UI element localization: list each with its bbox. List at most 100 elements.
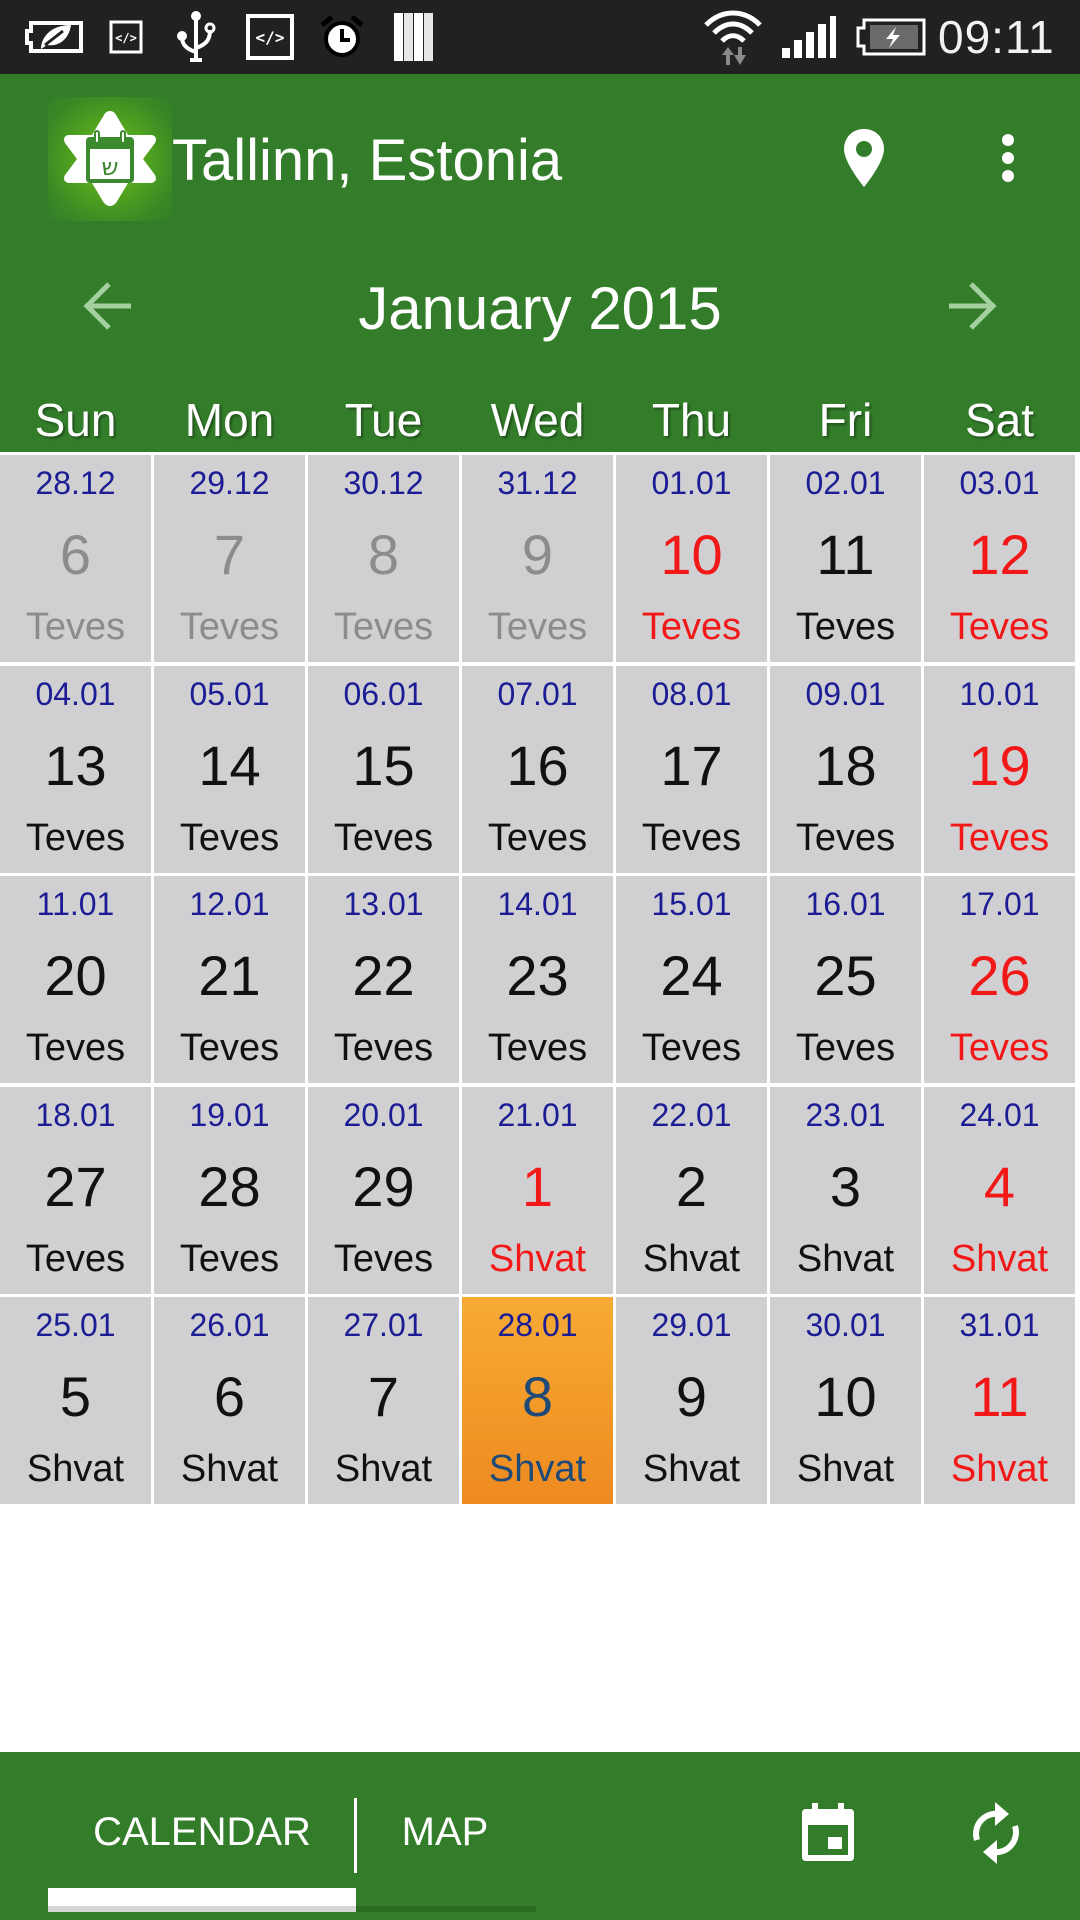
refresh-button[interactable]: [956, 1788, 1036, 1878]
hebrew-month-name: Shvat: [796, 1237, 895, 1280]
hebrew-day-number: 23: [506, 944, 569, 1007]
day-cell[interactable]: 04.01 13 Teves: [0, 665, 151, 873]
hebrew-day-number: 2: [675, 1154, 708, 1218]
hebrew-day-number: 20: [44, 944, 107, 1007]
day-cell[interactable]: 08.01 17 Teves: [616, 665, 767, 873]
gregorian-date: 07.01: [497, 675, 578, 712]
status-bar: </> </> 09:11: [0, 0, 1080, 74]
hebrew-day-number: 10: [660, 523, 723, 586]
hebrew-day-number: 11: [816, 523, 875, 586]
hebrew-month-name: Teves: [179, 606, 280, 648]
day-cell[interactable]: 02.01 11 Teves: [770, 455, 921, 662]
hebrew-month-name: Teves: [333, 606, 434, 648]
day-cell[interactable]: 06.01 15 Teves: [308, 665, 459, 873]
gregorian-date: 28.01: [497, 1307, 578, 1343]
day-cell[interactable]: 05.01 14 Teves: [154, 665, 305, 873]
day-cell[interactable]: 15.01 24 Teves: [616, 876, 767, 1083]
day-cell[interactable]: 21.01 1 Shvat: [462, 1086, 613, 1294]
gregorian-date: 27.01: [343, 1307, 424, 1343]
hebrew-month-name: Shvat: [26, 1448, 125, 1490]
developer-code-icon: </>: [246, 14, 294, 60]
tab-divider: [354, 1798, 357, 1873]
weekday-header: Sun Mon Tue Wed Thu Fri Sat: [0, 392, 1080, 448]
day-cell[interactable]: 20.01 29 Teves: [308, 1086, 459, 1294]
day-cell[interactable]: 26.01 6 Shvat: [154, 1297, 305, 1504]
day-cell[interactable]: 31.12 9 Teves: [462, 455, 613, 662]
weekday-tue: Tue: [344, 394, 423, 446]
gregorian-date: 11.01: [36, 886, 115, 922]
day-cell[interactable]: 01.01 10 Teves: [616, 455, 767, 662]
hebrew-month-name: Teves: [25, 816, 126, 859]
day-cell[interactable]: 30.12 8 Teves: [308, 455, 459, 662]
day-cell[interactable]: 28.01 8 Shvat: [462, 1297, 613, 1504]
hebrew-month-name: Teves: [179, 1237, 280, 1280]
hebrew-month-name: Teves: [333, 816, 434, 859]
hebrew-day-number: 1: [521, 1154, 554, 1218]
gregorian-date: 08.01: [651, 675, 732, 712]
go-to-today-button[interactable]: [788, 1788, 868, 1878]
tab-map[interactable]: MAP: [360, 1792, 530, 1872]
day-cell[interactable]: 03.01 12 Teves: [924, 455, 1075, 662]
hebrew-day-number: 15: [352, 733, 415, 797]
day-cell[interactable]: 25.01 5 Shvat: [0, 1297, 151, 1504]
location-button[interactable]: [826, 114, 902, 202]
gregorian-date: 06.01: [343, 675, 424, 712]
day-cell[interactable]: 17.01 26 Teves: [924, 876, 1075, 1083]
hebrew-month-name: Teves: [487, 816, 588, 859]
hebrew-day-number: 8: [367, 523, 400, 586]
hebrew-day-number: 11: [970, 1365, 1029, 1428]
gregorian-date: 10.01: [959, 675, 1040, 712]
hebrew-day-number: 9: [521, 523, 554, 586]
gregorian-date: 03.01: [959, 465, 1040, 501]
hebrew-month-name: Teves: [179, 816, 280, 859]
day-cell[interactable]: 29.01 9 Shvat: [616, 1297, 767, 1504]
tab-calendar[interactable]: CALENDAR: [48, 1792, 356, 1872]
day-cell[interactable]: 12.01 21 Teves: [154, 876, 305, 1083]
hebrew-day-number: 10: [814, 1365, 877, 1428]
gregorian-date: 05.01: [189, 675, 270, 712]
gregorian-date: 01.01: [651, 465, 732, 501]
hebrew-day-number: 4: [983, 1154, 1016, 1218]
day-cell[interactable]: 14.01 23 Teves: [462, 876, 613, 1083]
next-month-button[interactable]: [937, 274, 1007, 338]
hebrew-month-name: Shvat: [950, 1448, 1049, 1490]
gregorian-date: 15.01: [651, 886, 732, 922]
overflow-menu-button[interactable]: [978, 114, 1038, 202]
weekday-sat: Sat: [964, 394, 1035, 446]
hebrew-month-name: Shvat: [488, 1237, 587, 1280]
day-cell[interactable]: 23.01 3 Shvat: [770, 1086, 921, 1294]
day-cell[interactable]: 10.01 19 Teves: [924, 665, 1075, 873]
hebrew-day-number: 6: [59, 523, 92, 586]
gregorian-date: 13.01: [343, 886, 424, 922]
hebrew-day-number: 29: [352, 1154, 415, 1218]
gregorian-date: 19.01: [189, 1096, 270, 1133]
day-cell[interactable]: 16.01 25 Teves: [770, 876, 921, 1083]
day-cell[interactable]: 18.01 27 Teves: [0, 1086, 151, 1294]
day-cell[interactable]: 24.01 4 Shvat: [924, 1086, 1075, 1294]
hebrew-month-name: Teves: [641, 1027, 742, 1069]
day-cell[interactable]: 13.01 22 Teves: [308, 876, 459, 1083]
hebrew-month-name: Teves: [949, 606, 1050, 648]
gregorian-date: 29.01: [651, 1307, 732, 1343]
day-cell[interactable]: 30.01 10 Shvat: [770, 1297, 921, 1504]
month-title: January 2015: [358, 275, 722, 342]
gregorian-date: 12.01: [189, 886, 270, 922]
status-time: 09:11: [938, 11, 1055, 63]
day-cell[interactable]: 07.01 16 Teves: [462, 665, 613, 873]
hebrew-day-number: 5: [59, 1365, 92, 1428]
day-cell[interactable]: 31.01 11 Shvat: [924, 1297, 1075, 1504]
day-cell[interactable]: 09.01 18 Teves: [770, 665, 921, 873]
day-cell[interactable]: 28.12 6 Teves: [0, 455, 151, 662]
hebrew-month-name: Shvat: [950, 1237, 1049, 1280]
hebrew-month-name: Shvat: [180, 1448, 279, 1490]
hebrew-month-name: Shvat: [334, 1448, 433, 1490]
day-cell[interactable]: 11.01 20 Teves: [0, 876, 151, 1083]
gregorian-date: 22.01: [651, 1096, 732, 1133]
day-cell[interactable]: 29.12 7 Teves: [154, 455, 305, 662]
day-cell[interactable]: 22.01 2 Shvat: [616, 1086, 767, 1294]
alarm-icon: [318, 15, 366, 58]
day-cell[interactable]: 27.01 7 Shvat: [308, 1297, 459, 1504]
day-cell[interactable]: 19.01 28 Teves: [154, 1086, 305, 1294]
gregorian-date: 09.01: [805, 675, 886, 712]
app-logo[interactable]: ש: [48, 97, 172, 221]
